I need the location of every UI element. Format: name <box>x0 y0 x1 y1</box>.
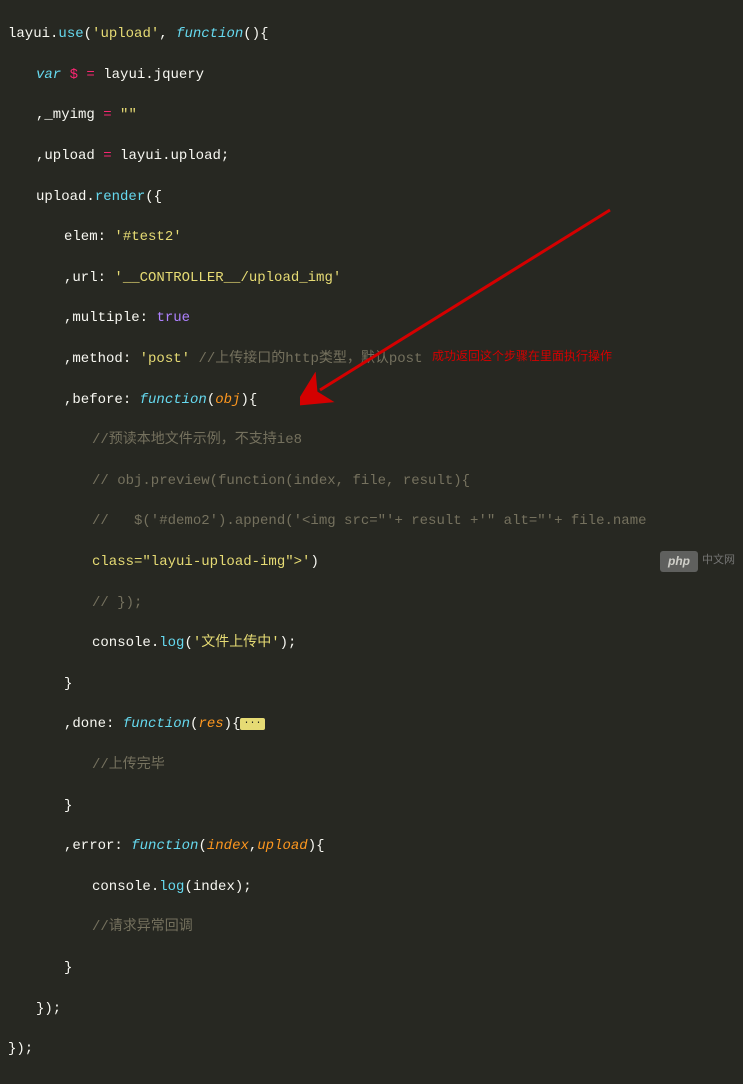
space <box>61 67 69 83</box>
op: = <box>78 67 103 83</box>
string: '__CONTROLLER__/upload_img' <box>114 270 341 286</box>
comment: // obj.preview(function(index, file, res… <box>92 473 470 489</box>
watermark-pill: php <box>660 551 698 572</box>
brace: { <box>232 716 240 732</box>
string: 'upload' <box>92 26 159 42</box>
ident: upload <box>36 189 86 205</box>
key: error: <box>72 838 122 854</box>
watermark-text: 中文网 <box>702 553 735 569</box>
ident: $ <box>70 67 78 83</box>
code-block: layui.use('upload', function(){ var $ = … <box>0 0 743 1084</box>
string: '#test2' <box>114 229 181 245</box>
space <box>114 716 122 732</box>
brace: { <box>249 392 257 408</box>
method: use <box>58 26 83 42</box>
method: log <box>159 879 184 895</box>
brace: } <box>64 960 72 976</box>
paren: ( <box>198 838 206 854</box>
comma: , <box>159 26 176 42</box>
string: class="layui-upload-img">' <box>92 554 310 570</box>
comment: //请求异常回调 <box>92 919 193 935</box>
op: = <box>95 148 120 164</box>
keyword: function <box>123 716 190 732</box>
ident: upload <box>44 148 94 164</box>
string: 'post' <box>140 351 190 367</box>
param: index <box>207 838 249 854</box>
semi: ; <box>221 148 229 164</box>
key: multiple: <box>72 310 148 326</box>
parens: () <box>243 26 260 42</box>
brace: }); <box>8 1041 33 1057</box>
comma: , <box>64 838 72 854</box>
fold-marker-icon[interactable]: ··· <box>240 718 264 730</box>
param: obj <box>215 392 240 408</box>
ident: layui <box>103 67 145 83</box>
comma: , <box>64 716 72 732</box>
keyword: function <box>140 392 207 408</box>
comment: //上传接口的http类型，默认post <box>198 351 422 367</box>
string: "" <box>120 107 137 123</box>
keyword: function <box>131 838 198 854</box>
brace: } <box>64 798 72 814</box>
ident: layui <box>120 148 162 164</box>
method: render <box>95 189 145 205</box>
paren: ) <box>240 392 248 408</box>
paren: ( <box>184 879 192 895</box>
ident: _myimg <box>44 107 94 123</box>
ident: console <box>92 635 151 651</box>
string: '文件上传中' <box>193 635 280 651</box>
comma: , <box>249 838 257 854</box>
key: method: <box>72 351 131 367</box>
bool: true <box>156 310 190 326</box>
ident: console <box>92 879 151 895</box>
brace: }); <box>36 1001 61 1017</box>
paren: ( <box>190 716 198 732</box>
paren: ( <box>184 635 192 651</box>
ident: jquery <box>154 67 204 83</box>
keyword: var <box>36 67 61 83</box>
watermark: php 中文网 <box>660 551 735 572</box>
annotation-text: 成功返回这个步骤在里面执行操作 <box>432 348 612 365</box>
dot: . <box>151 635 159 651</box>
op: = <box>95 107 120 123</box>
param: upload <box>257 838 307 854</box>
comment: //上传完毕 <box>92 757 165 773</box>
paren: ( <box>84 26 92 42</box>
param: res <box>198 716 223 732</box>
ident: index <box>193 879 235 895</box>
key: done: <box>72 716 114 732</box>
key: url: <box>72 270 106 286</box>
brace: { <box>316 838 324 854</box>
paren: ( <box>207 392 215 408</box>
comment: //预读本地文件示例，不支持ie8 <box>92 432 302 448</box>
ident: layui <box>8 26 50 42</box>
space <box>131 392 139 408</box>
key: elem: <box>64 229 106 245</box>
paren: ) <box>310 554 318 570</box>
paren: ({ <box>145 189 162 205</box>
dot: . <box>151 879 159 895</box>
space <box>131 351 139 367</box>
space <box>123 838 131 854</box>
ident: upload <box>170 148 220 164</box>
key: before: <box>72 392 131 408</box>
comment: // }); <box>92 595 142 611</box>
paren: ); <box>280 635 297 651</box>
keyword: function <box>176 26 243 42</box>
brace: { <box>260 26 268 42</box>
brace: } <box>64 676 72 692</box>
method: log <box>159 635 184 651</box>
dot: . <box>145 67 153 83</box>
paren: ); <box>235 879 252 895</box>
paren: ) <box>224 716 232 732</box>
paren: ) <box>308 838 316 854</box>
dot: . <box>86 189 94 205</box>
comment: // $('#demo2').append('<img src="'+ resu… <box>92 513 647 529</box>
